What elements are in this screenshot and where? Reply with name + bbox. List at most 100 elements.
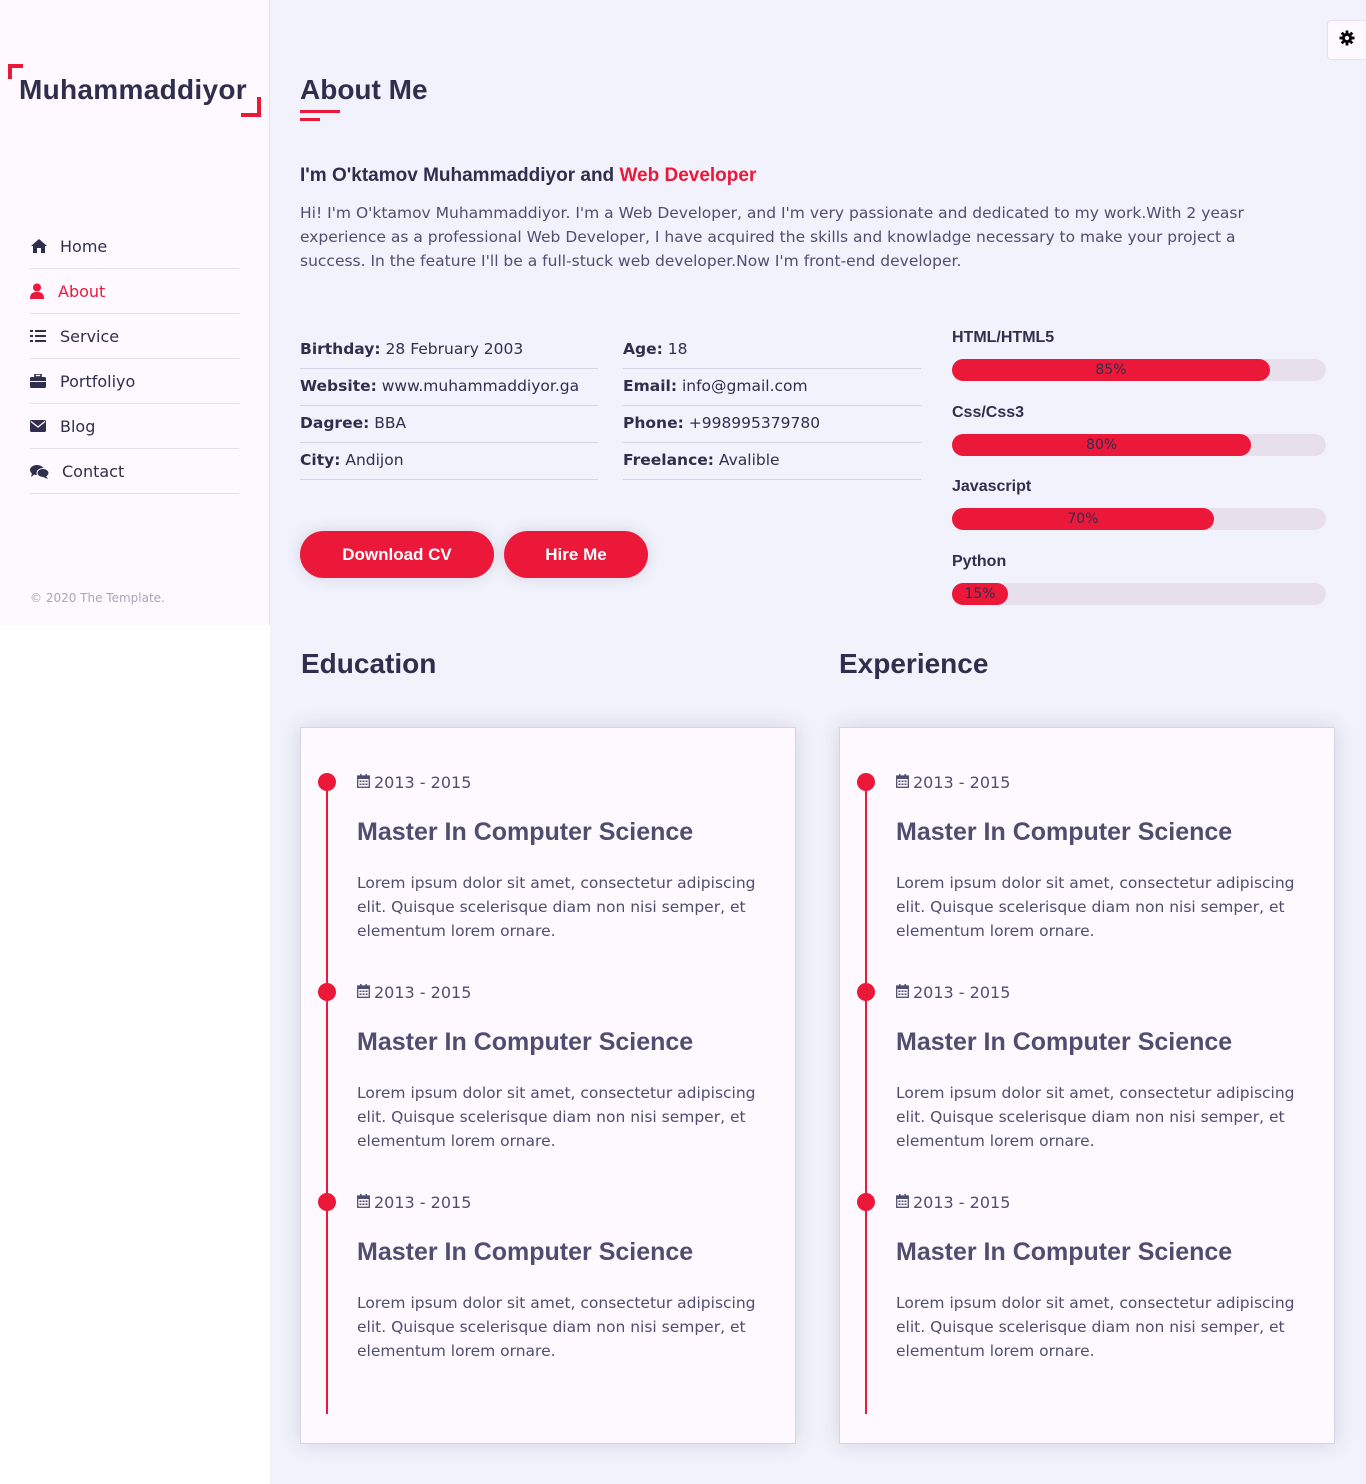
info-age: Age: 18 — [623, 332, 921, 369]
sidebar-item-label: Contact — [62, 461, 125, 481]
info-value[interactable]: www.muhammaddiyor.ga — [382, 377, 579, 395]
education-timeline: 2013 - 2015 Master In Computer Science L… — [300, 727, 796, 1444]
calendar-icon — [896, 773, 909, 792]
sidebar-item-home[interactable]: Home — [30, 224, 239, 269]
sidebar-item-service[interactable]: Service — [30, 314, 239, 359]
timeline-dot — [318, 773, 336, 791]
info-freelance: Freelance: Avalible — [623, 443, 921, 480]
skill-bar: 70% — [952, 508, 1326, 531]
skill-bar-fill: 15% — [952, 583, 1009, 606]
timeline-date: 2013 - 2015 — [896, 983, 1010, 1002]
skill-item: Javascript 70% — [952, 477, 1326, 552]
experience-timeline: 2013 - 2015 Master In Computer Science L… — [839, 727, 1335, 1444]
timeline-title: Master In Computer Science — [357, 1238, 694, 1266]
home-icon — [30, 238, 60, 254]
timeline-text: Lorem ipsum dolor sit amet, consectetur … — [357, 874, 756, 940]
timeline-title: Master In Computer Science — [896, 1238, 1233, 1266]
logo[interactable]: Muhammaddiyor — [8, 64, 262, 117]
sidebar-item-about[interactable]: About — [30, 269, 239, 314]
skill-bar: 85% — [952, 359, 1326, 381]
calendar-icon — [357, 1193, 370, 1212]
skill-bar-fill: 70% — [952, 508, 1214, 531]
personal-info-left: Birthday: 28 February 2003 Website: www.… — [300, 332, 598, 480]
sidebar-item-label: Home — [60, 236, 108, 256]
list-icon — [30, 329, 60, 343]
page-title: About Me — [300, 74, 428, 105]
skill-bar: 15% — [952, 583, 1326, 606]
hire-me-button[interactable]: Hire Me — [504, 531, 648, 578]
skill-bar-fill: 85% — [952, 359, 1270, 381]
calendar-icon — [357, 983, 370, 1002]
skill-item: Python 15% — [952, 552, 1326, 627]
sidebar-item-label: Blog — [60, 416, 96, 436]
timeline-title: Master In Computer Science — [896, 1028, 1233, 1056]
info-value[interactable]: +998995379780 — [689, 414, 820, 432]
timeline-dot — [857, 983, 875, 1001]
skill-name: Python — [952, 553, 1007, 571]
envelope-icon — [30, 420, 60, 432]
timeline-date: 2013 - 2015 — [357, 773, 471, 792]
sidebar-item-blog[interactable]: Blog — [30, 404, 239, 449]
experience-title: Experience — [839, 648, 989, 679]
info-website: Website: www.muhammaddiyor.ga — [300, 369, 598, 406]
title-underline — [300, 110, 340, 113]
timeline-date: 2013 - 2015 — [896, 1193, 1010, 1212]
logo-text[interactable]: Muhammaddiyor — [19, 74, 247, 106]
copyright: © 2020 The Template. — [30, 591, 165, 605]
info-label: Birthday: — [300, 340, 381, 358]
info-value: 28 February 2003 — [385, 340, 524, 358]
info-city: City: Andijon — [300, 443, 598, 480]
skill-bar: 80% — [952, 433, 1326, 456]
timeline-date-text: 2013 - 2015 — [913, 983, 1011, 1002]
intro-heading: I'm O'ktamov Muhammaddiyor and Web Devel… — [300, 165, 756, 187]
timeline-date-text: 2013 - 2015 — [374, 773, 472, 792]
info-value: Andijon — [345, 451, 404, 469]
skill-name: HTML/HTML5 — [952, 329, 1055, 346]
timeline-title: Master In Computer Science — [896, 818, 1233, 846]
timeline-date: 2013 - 2015 — [896, 773, 1010, 792]
calendar-icon — [896, 1193, 909, 1212]
sidebar-item-portfoliyo[interactable]: Portfoliyo — [30, 359, 239, 404]
personal-info-right: Age: 18 Email: info@gmail.com Phone: +99… — [623, 332, 921, 480]
education-title: Education — [301, 648, 437, 679]
timeline-dot — [318, 983, 336, 1001]
info-email: Email: info@gmail.com — [623, 369, 921, 406]
timeline-dot — [318, 1193, 336, 1211]
timeline-title: Master In Computer Science — [357, 818, 694, 846]
info-label: Age: — [623, 340, 663, 358]
user-icon — [30, 283, 58, 299]
skill-percent: 85% — [1095, 362, 1127, 378]
calendar-icon — [896, 983, 909, 1002]
download-cv-button[interactable]: Download CV — [300, 531, 494, 578]
timeline-dot — [857, 773, 875, 791]
sidebar-item-label: About — [58, 281, 106, 301]
timeline-date-text: 2013 - 2015 — [374, 1193, 472, 1212]
skill-name: Css/Css3 — [952, 403, 1025, 421]
logo-corner-bottom-right — [241, 97, 261, 117]
info-label: Dagree: — [300, 414, 370, 432]
info-value: Avalible — [718, 451, 780, 469]
timeline-date-text: 2013 - 2015 — [374, 983, 472, 1002]
timeline-text: Lorem ipsum dolor sit amet, consectetur … — [357, 1294, 756, 1360]
intro-text: Hi! I'm O'ktamov Muhammaddiyor. I'm a We… — [300, 204, 1244, 270]
timeline-title: Master In Computer Science — [357, 1028, 694, 1056]
timeline-line — [326, 781, 328, 1414]
comments-icon — [30, 464, 62, 479]
info-label: Phone: — [623, 414, 684, 432]
timeline-text: Lorem ipsum dolor sit amet, consectetur … — [896, 874, 1295, 940]
info-value[interactable]: info@gmail.com — [682, 377, 808, 395]
timeline-date-text: 2013 - 2015 — [913, 1193, 1011, 1212]
skill-name: Javascript — [952, 478, 1032, 496]
intro-heading-role: Web Developer — [619, 165, 757, 186]
sidebar-nav: Home About Service Portfoliyo Blog Conta… — [30, 224, 239, 494]
timeline-date-text: 2013 - 2015 — [913, 773, 1011, 792]
timeline-date: 2013 - 2015 — [357, 1193, 471, 1212]
sidebar-item-label: Portfoliyo — [60, 371, 136, 391]
skill-bar-fill: 80% — [952, 433, 1252, 456]
sidebar: Muhammaddiyor Home About Service Portfol… — [0, 0, 270, 625]
settings-button[interactable] — [1327, 20, 1366, 60]
sidebar-item-contact[interactable]: Contact — [30, 449, 239, 494]
timeline-text: Lorem ipsum dolor sit amet, consectetur … — [896, 1084, 1295, 1150]
info-label: Freelance: — [623, 451, 714, 469]
skill-item: HTML/HTML5 85% — [952, 328, 1326, 403]
